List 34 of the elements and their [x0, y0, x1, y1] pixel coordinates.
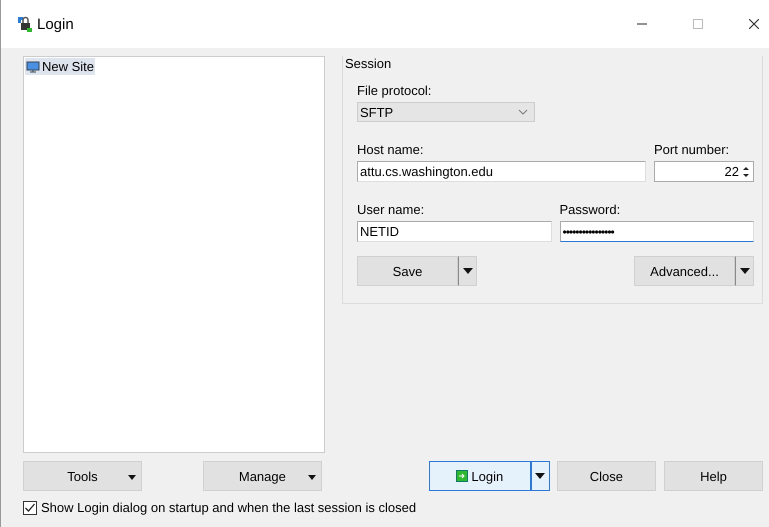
- close-icon[interactable]: [749, 19, 759, 29]
- tools-button[interactable]: Tools: [23, 461, 142, 491]
- caret-icon: [462, 268, 472, 274]
- field-label: File protocol:: [357, 83, 432, 98]
- checkbox[interactable]: [23, 500, 37, 514]
- save-button[interactable]: Save: [357, 256, 458, 286]
- field-label: Host name:: [357, 142, 424, 157]
- protocol-dropdown[interactable]: SFTP: [357, 102, 535, 122]
- checkbox-label[interactable]: Show Login dialog on startup and when the last session is closed: [41, 500, 416, 515]
- port-field[interactable]: 22: [654, 161, 754, 182]
- close-button[interactable]: Close: [556, 461, 656, 491]
- caret-icon: [740, 268, 750, 274]
- field-label: Port number:: [654, 142, 730, 157]
- monitor-icon: [26, 60, 40, 72]
- chevron-icon: [518, 109, 528, 115]
- password-field[interactable]: ••••••••••••••••: [560, 221, 754, 242]
- section-title: Session: [345, 56, 392, 71]
- advanced-button[interactable]: Advanced...: [634, 256, 735, 286]
- field-label: Password:: [560, 202, 622, 217]
- login-button[interactable]: Login: [428, 461, 531, 491]
- username-field[interactable]: NETID: [357, 221, 552, 242]
- caret-icon: [308, 475, 316, 480]
- host-field[interactable]: attu.cs.washington.edu: [357, 161, 646, 182]
- site-item[interactable]: New Site: [25, 58, 96, 75]
- caret-icon: [535, 473, 546, 479]
- dropdown-button[interactable]: [530, 461, 550, 491]
- help-button[interactable]: Help: [664, 461, 763, 491]
- spinner-arrows-icon[interactable]: [742, 164, 750, 178]
- field-label: User name:: [357, 202, 426, 217]
- window-title: Login: [37, 16, 74, 32]
- login-icon: [456, 470, 468, 482]
- lock-icon: [17, 16, 33, 32]
- manage-button[interactable]: Manage: [202, 461, 322, 491]
- caret-icon: [128, 475, 136, 480]
